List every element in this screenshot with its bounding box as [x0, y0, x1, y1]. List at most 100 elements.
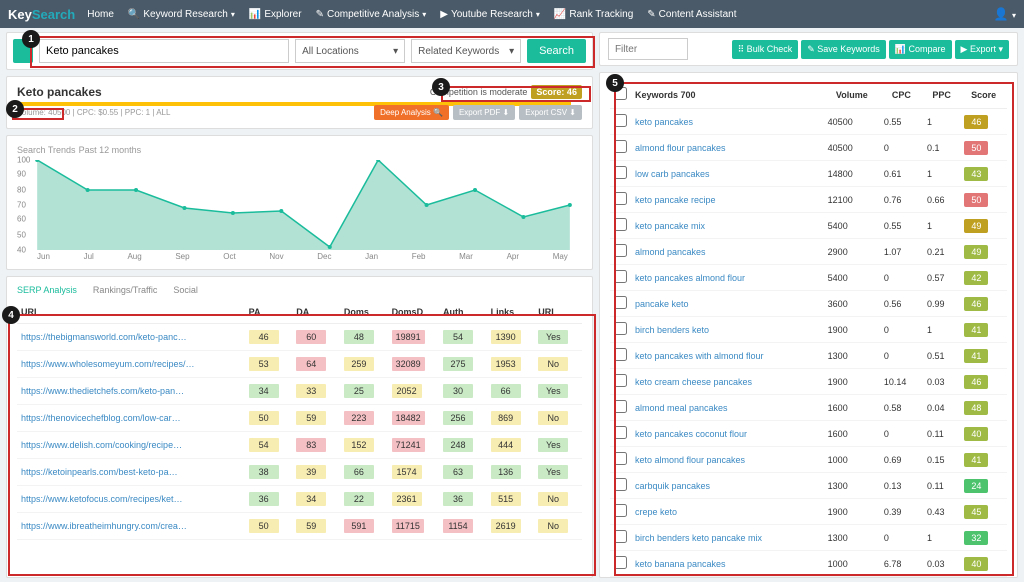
- chart-title: Search Trends Past 12 months: [17, 144, 582, 156]
- nav-youtube[interactable]: ▶ Youtube Research ▾: [440, 9, 540, 20]
- result-title: Keto pancakes: [17, 85, 102, 99]
- serp-url[interactable]: https://ketoinpearls.com/best-keto-pa…: [21, 467, 178, 477]
- keyword-link[interactable]: pancake keto: [635, 299, 689, 309]
- compare-button[interactable]: 📊 Compare: [889, 40, 952, 59]
- row-checkbox[interactable]: [614, 166, 627, 179]
- keyword-link[interactable]: keto pancake mix: [635, 221, 705, 231]
- row-checkbox[interactable]: [614, 244, 627, 257]
- type-select[interactable]: Related Keywords▾: [411, 39, 521, 63]
- score-badge: 46: [964, 375, 988, 389]
- filter-input[interactable]: [608, 38, 688, 60]
- nav-explorer[interactable]: 📊 Explorer: [249, 9, 302, 20]
- keyword-row: almond meal pancakes16000.580.0448: [610, 395, 1007, 421]
- chart-x-labels: JunJulAugSepOctNovDecJanFebMarAprMay: [17, 250, 582, 261]
- row-checkbox[interactable]: [614, 400, 627, 413]
- row-checkbox[interactable]: [614, 426, 627, 439]
- keyword-row: crepe keto19000.390.4345: [610, 499, 1007, 525]
- row-checkbox[interactable]: [614, 374, 627, 387]
- keyword-link[interactable]: keto banana pancakes: [635, 559, 726, 569]
- keyword-link[interactable]: crepe keto: [635, 507, 677, 517]
- keyword-link[interactable]: keto pancakes coconut flour: [635, 429, 747, 439]
- row-checkbox[interactable]: [614, 556, 627, 569]
- keyword-link[interactable]: keto pancakes with almond flour: [635, 351, 764, 361]
- score-badge: 40: [964, 557, 988, 571]
- keyword-row: keto pancakes coconut flour160000.1140: [610, 421, 1007, 447]
- keyword-row: keto pancake mix54000.55149: [610, 213, 1007, 239]
- keywords-table: Keywords 700 Volume CPC PPC Score keto p…: [610, 81, 1007, 577]
- row-checkbox[interactable]: [614, 192, 627, 205]
- export-csv-button[interactable]: Export CSV ⬇: [519, 105, 582, 120]
- location-select[interactable]: All Locations▾: [295, 39, 405, 63]
- keyword-row: birch benders keto pancake mix13000132: [610, 525, 1007, 551]
- bulk-check-button[interactable]: ⠿ Bulk Check: [732, 40, 799, 59]
- serp-table: URLPADADomsDomsDAuthLinksURL https://the…: [17, 301, 582, 540]
- nav-home[interactable]: Home: [87, 9, 114, 20]
- keyword-row: keto banana pancakes10006.780.0340: [610, 551, 1007, 577]
- nav-rank[interactable]: 📈 Rank Tracking: [554, 9, 633, 20]
- competition: Competition is moderate Score: 46: [430, 85, 582, 99]
- keyword-link[interactable]: low carb pancakes: [635, 169, 710, 179]
- keyword-link[interactable]: carbquik pancakes: [635, 481, 710, 491]
- tab-serp[interactable]: SERP Analysis: [17, 285, 77, 295]
- row-checkbox[interactable]: [614, 270, 627, 283]
- export-pdf-button[interactable]: Export PDF ⬇: [453, 105, 515, 120]
- row-checkbox[interactable]: [614, 114, 627, 127]
- deep-analysis-button[interactable]: Deep Analysis 🔍: [374, 105, 449, 120]
- keyword-link[interactable]: birch benders keto: [635, 325, 709, 335]
- nav-competitive[interactable]: ✎ Competitive Analysis ▾: [316, 9, 427, 20]
- save-keywords-button[interactable]: ✎ Save Keywords: [801, 40, 886, 59]
- serp-url[interactable]: https://www.ibreatheimhungry.com/crea…: [21, 521, 187, 531]
- nav-keyword-research[interactable]: 🔍 Keyword Research ▾: [128, 9, 235, 20]
- serp-row: https://www.delish.com/cooking/recipe…54…: [17, 432, 582, 459]
- serp-row: https://www.ketofocus.com/recipes/ket…36…: [17, 486, 582, 513]
- serp-url[interactable]: https://www.wholesomeyum.com/recipes/…: [21, 359, 195, 369]
- nav-content[interactable]: ✎ Content Assistant: [647, 9, 736, 20]
- serp-url[interactable]: https://www.thedietchefs.com/keto-pan…: [21, 386, 184, 396]
- keywords-panel: Keywords 700 Volume CPC PPC Score keto p…: [599, 72, 1018, 578]
- select-all-checkbox[interactable]: [614, 87, 627, 100]
- keyword-row: almond pancakes29001.070.2149: [610, 239, 1007, 265]
- keyword-link[interactable]: birch benders keto pancake mix: [635, 533, 762, 543]
- row-checkbox[interactable]: [614, 504, 627, 517]
- serp-url[interactable]: https://thenovicechefblog.com/low-car…: [21, 413, 181, 423]
- keyword-link[interactable]: keto pancake recipe: [635, 195, 716, 205]
- competition-score-badge: Score: 46: [531, 85, 582, 99]
- row-checkbox[interactable]: [614, 218, 627, 231]
- serp-url[interactable]: https://thebigmansworld.com/keto-panc…: [21, 332, 187, 342]
- serp-url[interactable]: https://www.delish.com/cooking/recipe…: [21, 440, 182, 450]
- keyword-link[interactable]: keto almond flour pancakes: [635, 455, 745, 465]
- keyword-link[interactable]: keto cream cheese pancakes: [635, 377, 752, 387]
- score-badge: 32: [964, 531, 988, 545]
- keyword-row: carbquik pancakes13000.130.1124: [610, 473, 1007, 499]
- keyword-link[interactable]: keto pancakes: [635, 117, 693, 127]
- top-nav: KeySearch Home 🔍 Keyword Research ▾ 📊 Ex…: [0, 0, 1024, 28]
- row-checkbox[interactable]: [614, 322, 627, 335]
- keyword-link[interactable]: almond meal pancakes: [635, 403, 728, 413]
- row-checkbox[interactable]: [614, 530, 627, 543]
- row-checkbox[interactable]: [614, 452, 627, 465]
- tab-rankings[interactable]: Rankings/Traffic: [93, 285, 158, 295]
- export-button[interactable]: ▶ Export ▾: [955, 40, 1009, 59]
- keyword-input[interactable]: [39, 39, 289, 63]
- keyword-row: low carb pancakes148000.61143: [610, 161, 1007, 187]
- keyword-link[interactable]: almond pancakes: [635, 247, 706, 257]
- score-badge: 46: [964, 297, 988, 311]
- keyword-link[interactable]: keto pancakes almond flour: [635, 273, 745, 283]
- serp-row: https://thenovicechefblog.com/low-car…50…: [17, 405, 582, 432]
- row-checkbox[interactable]: [614, 348, 627, 361]
- score-badge: 45: [964, 505, 988, 519]
- serp-tabs: SERP Analysis Rankings/Traffic Social: [17, 285, 582, 295]
- serp-row: https://www.thedietchefs.com/keto-pan…34…: [17, 378, 582, 405]
- keyword-link[interactable]: almond flour pancakes: [635, 143, 726, 153]
- user-menu[interactable]: 👤 ▾: [994, 7, 1016, 21]
- search-button[interactable]: Search: [527, 39, 586, 63]
- row-checkbox[interactable]: [614, 140, 627, 153]
- serp-url[interactable]: https://www.ketofocus.com/recipes/ket…: [21, 494, 183, 504]
- serp-row: https://thebigmansworld.com/keto-panc…46…: [17, 324, 582, 351]
- score-badge: 43: [964, 167, 988, 181]
- keyword-row: almond flour pancakes4050000.150: [610, 135, 1007, 161]
- keyword-row: keto pancakes405000.55146: [610, 109, 1007, 135]
- row-checkbox[interactable]: [614, 296, 627, 309]
- row-checkbox[interactable]: [614, 478, 627, 491]
- tab-social[interactable]: Social: [173, 285, 198, 295]
